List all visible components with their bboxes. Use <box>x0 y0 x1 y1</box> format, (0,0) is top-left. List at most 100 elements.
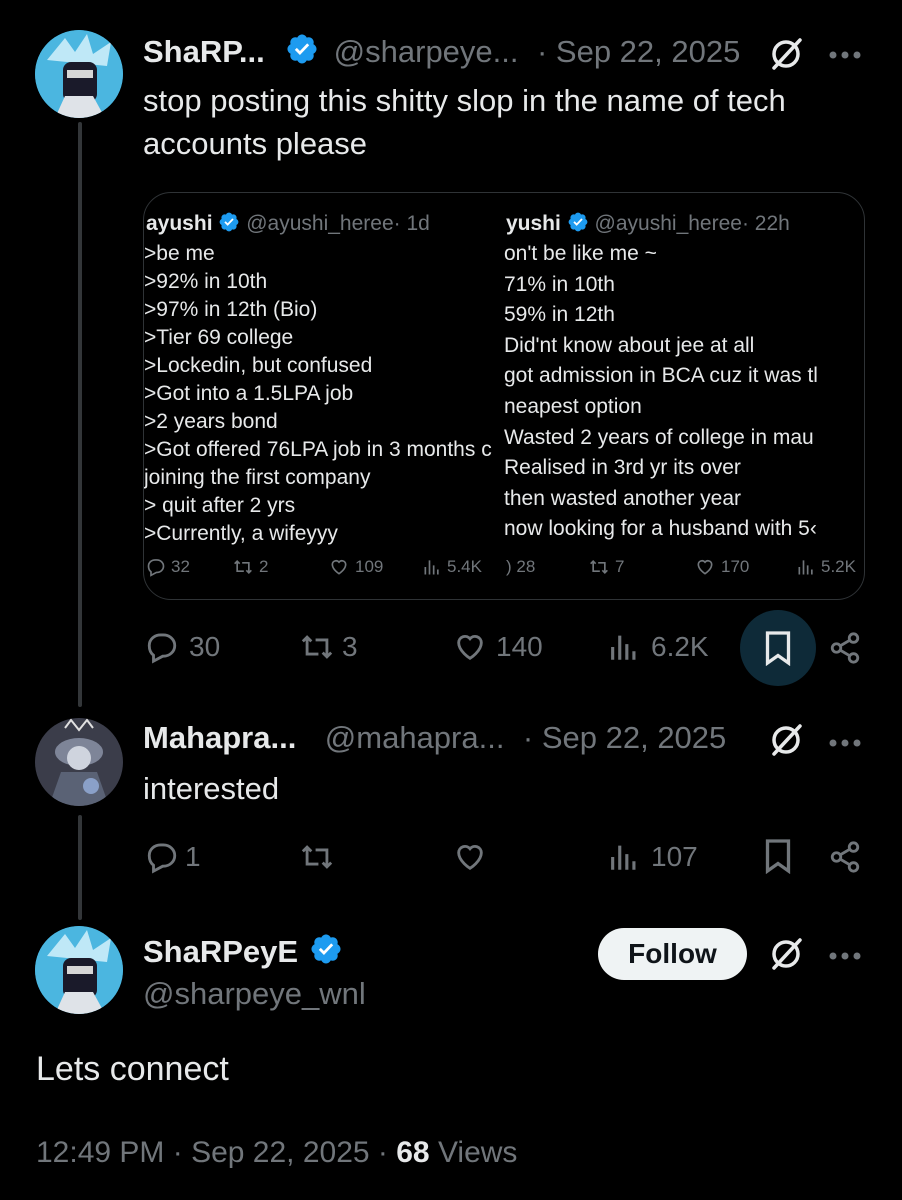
views-count: 107 <box>651 841 698 872</box>
thread-line <box>78 815 82 920</box>
views-icon <box>611 845 636 870</box>
like-button[interactable]: 140 <box>452 630 543 664</box>
heart-icon <box>697 559 713 575</box>
screenshot-header: yushi @ayushi_heree· 22h <box>506 211 790 239</box>
repost-icon <box>301 845 333 869</box>
tweet-timestamp[interactable]: 12:49 PM · Sep 22, 2025 · <box>36 1136 396 1169</box>
screenshot-line: >Got into a 1.5LPA job <box>144 382 354 405</box>
share-button[interactable] <box>828 840 862 874</box>
view-count: 68 <box>396 1136 430 1169</box>
more-options-icon[interactable] <box>828 948 862 966</box>
verified-badge-icon <box>309 932 343 971</box>
bookmark-button[interactable] <box>740 610 816 686</box>
avatar[interactable] <box>35 30 123 118</box>
grok-icon[interactable] <box>768 36 804 77</box>
screenshot-handle: @ayushi_heree <box>246 212 394 235</box>
display-name[interactable]: Mahapra... <box>143 720 296 755</box>
quoted-screenshot-right: yushi @ayushi_heree· 22h on't be like me… <box>504 193 864 599</box>
screenshot-line: then wasted another year <box>504 486 741 510</box>
screenshot-handle: @ayushi_heree <box>594 212 742 235</box>
tweet-meta: 12:49 PM · Sep 22, 2025 · 68 Views <box>36 1136 517 1170</box>
count: 2 <box>259 557 269 576</box>
repost-icon <box>234 559 252 575</box>
screenshot-line: >97% in 12th (Bio) <box>144 298 318 321</box>
follow-button[interactable]: Follow <box>598 928 747 980</box>
tweet-header: Mahapra... @mahapra... · Sep 22, 2025 <box>143 720 726 756</box>
thread-line <box>78 122 82 707</box>
count: 5.4K <box>447 557 482 576</box>
author-name-row: ShaRPeyE <box>143 932 343 971</box>
grok-icon[interactable] <box>768 936 804 977</box>
screenshot-line: >92% in 10th <box>144 270 268 293</box>
reply-button[interactable]: 1 <box>145 840 201 874</box>
display-name[interactable]: ShaRP... <box>143 34 265 69</box>
tweet-header: ShaRP... @sharpeye... · Sep 22, 2025 <box>143 32 740 71</box>
screenshot-line: >2 years bond <box>144 410 278 433</box>
screenshot-line: joining the first company <box>144 466 371 489</box>
avatar[interactable] <box>35 718 123 806</box>
screenshot-repost: 2 <box>232 557 268 577</box>
reply-icon <box>147 843 177 874</box>
views-label: Views <box>429 1136 518 1169</box>
repost-count: 3 <box>342 631 358 662</box>
timestamp[interactable]: · Sep 22, 2025 <box>537 34 740 69</box>
views-button[interactable]: 107 <box>607 840 698 874</box>
screenshot-name: ayushi <box>146 212 213 235</box>
tweet-media[interactable]: ayushi @ayushi_heree· 1d >be me >92% in … <box>143 192 865 600</box>
avatar[interactable] <box>35 926 123 1014</box>
screenshot-body: on't be like me ~ 71% in 10th 59% in 12t… <box>504 239 818 545</box>
count: 170 <box>721 557 750 576</box>
quoted-screenshot-left: ayushi @ayushi_heree· 1d >be me >92% in … <box>144 193 499 599</box>
reply-count: 1 <box>185 841 201 872</box>
count: 7 <box>615 557 625 576</box>
count: 5.2K <box>821 557 856 576</box>
screenshot-line: got admission in BCA cuz it was tl <box>504 364 818 388</box>
views-count: 6.2K <box>651 631 709 662</box>
reply-icon <box>147 559 165 577</box>
count: ) 28 <box>506 557 536 576</box>
share-button[interactable] <box>828 631 862 665</box>
timestamp[interactable]: · Sep 22, 2025 <box>523 720 726 755</box>
reply-icon <box>147 633 177 664</box>
views-button[interactable]: 6.2K <box>607 630 709 664</box>
tweet-text: interested <box>143 771 280 806</box>
verified-badge-icon <box>567 211 589 239</box>
views-icon <box>798 560 813 575</box>
bookmark-button[interactable] <box>763 838 793 874</box>
count: 109 <box>355 557 384 576</box>
display-name[interactable]: ShaRPeyE <box>143 934 298 969</box>
more-options-icon[interactable] <box>828 47 862 65</box>
repost-button[interactable]: 3 <box>298 630 358 664</box>
handle[interactable]: @sharpeye_wnl <box>143 976 366 1012</box>
screenshot-line: now looking for a husband with 5‹ <box>504 517 817 541</box>
screenshot-line: Realised in 3rd yr its over <box>504 456 741 480</box>
share-icon <box>830 841 860 873</box>
screenshot-reply: 32 <box>146 557 190 577</box>
repost-button[interactable] <box>298 840 346 874</box>
screenshot-name: yushi <box>506 212 561 235</box>
screenshot-views: 5.4K <box>422 557 482 577</box>
heart-icon <box>457 635 483 661</box>
heart-icon <box>331 559 347 575</box>
screenshot-header: ayushi @ayushi_heree· 1d <box>146 211 430 239</box>
reply-button[interactable]: 30 <box>145 630 220 664</box>
views-icon <box>611 635 636 660</box>
screenshot-time: · 22h <box>741 212 790 235</box>
repost-icon <box>590 559 608 575</box>
heart-icon <box>457 845 483 871</box>
screenshot-line: >Currently, a wifeyyy <box>144 522 338 545</box>
screenshot-repost: 7 <box>588 557 624 577</box>
bookmark-icon <box>765 839 791 874</box>
like-count: 140 <box>496 631 543 662</box>
screenshot-line: > quit after 2 yrs <box>144 494 296 517</box>
screenshot-line: on't be like me ~ <box>504 242 657 265</box>
screenshot-line: Wasted 2 years of college in mau <box>504 425 814 449</box>
main-tweet-text: Lets connect <box>36 1050 229 1088</box>
like-button[interactable] <box>452 840 498 874</box>
screenshot-line: neapest option <box>504 394 642 418</box>
handle[interactable]: @sharpeye... <box>334 34 519 69</box>
screenshot-time: · 1d <box>393 212 430 235</box>
handle[interactable]: @mahapra... <box>325 720 505 755</box>
grok-icon[interactable] <box>768 722 804 763</box>
more-options-icon[interactable] <box>828 735 862 753</box>
